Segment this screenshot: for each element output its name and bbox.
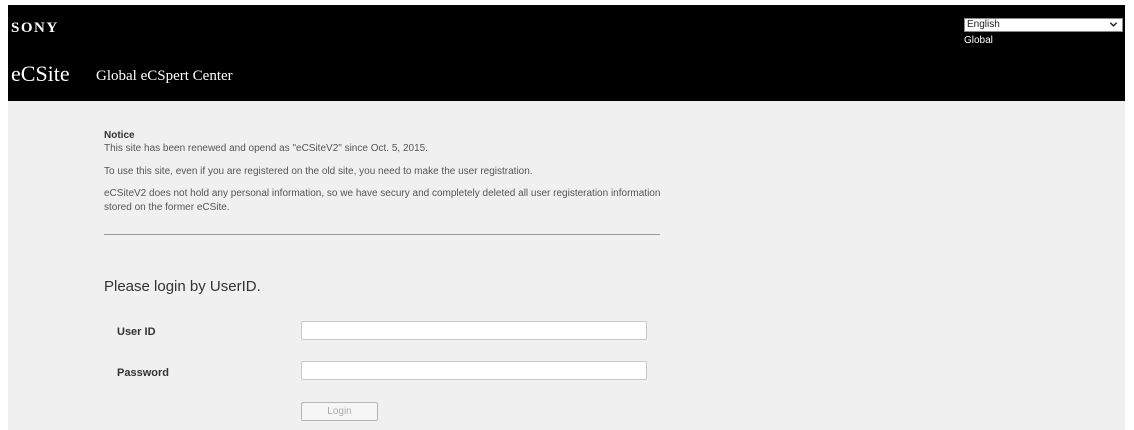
password-label: Password [117, 367, 169, 379]
language-select[interactable]: English [964, 18, 1123, 32]
notice-divider [104, 234, 660, 235]
chevron-down-icon [1109, 22, 1118, 27]
site-name: eCSite [11, 61, 70, 86]
site-subtitle: Global eCSpert Center [96, 68, 233, 84]
notice-text-3: eCSiteV2 does not hold any personal info… [104, 188, 661, 213]
main-content: Notice This site has been renewed and op… [8, 101, 1125, 430]
notice-text-2: To use this site, even if you are regist… [104, 166, 533, 177]
user-id-input[interactable] [301, 321, 647, 340]
user-id-label: User ID [117, 326, 156, 338]
region-label: Global [964, 35, 993, 46]
notice-text-1: This site has been renewed and opend as … [104, 143, 428, 154]
notice-title: Notice [104, 130, 135, 141]
page-frame: SONY eCSite Global eCSpert Center Englis… [8, 5, 1134, 430]
brand-logo[interactable]: SONY [11, 20, 59, 37]
login-button[interactable]: Login [301, 402, 378, 421]
password-input[interactable] [301, 361, 647, 380]
login-heading: Please login by UserID. [104, 278, 261, 295]
site-header: SONY eCSite Global eCSpert Center Englis… [8, 5, 1125, 101]
language-select-value: English [967, 19, 1000, 30]
